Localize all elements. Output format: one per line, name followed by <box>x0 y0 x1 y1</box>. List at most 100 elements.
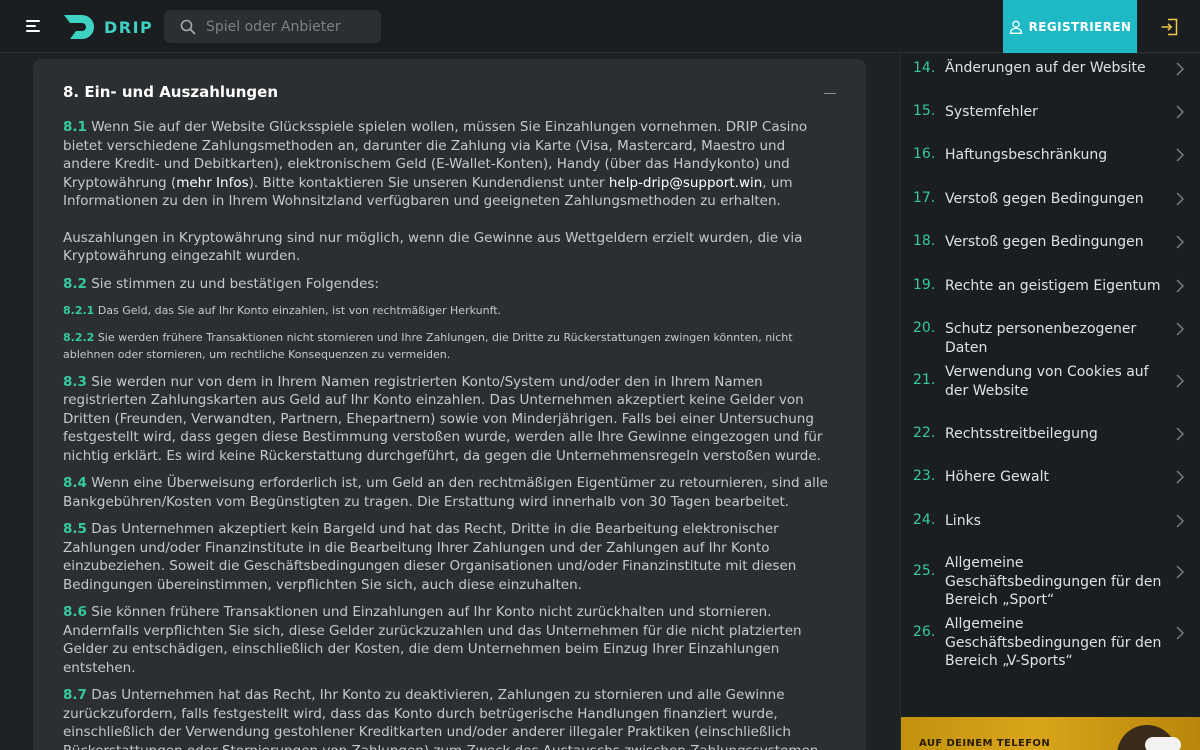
toc-item-label: Haftungsbeschränkung <box>945 147 1108 163</box>
toc-item-number: 23. <box>913 468 936 484</box>
search-input[interactable] <box>206 10 374 43</box>
toc-item-label: Schutz personenbezogener Daten <box>945 321 1137 356</box>
chevron-right-icon <box>1176 565 1184 579</box>
toc-item-label: Allgemeine Geschäftsbedingungen für den … <box>945 555 1162 608</box>
paragraph-text: Wenn eine Überweisung erforderlich ist, … <box>63 475 828 510</box>
toc-item-number: 22. <box>913 425 936 441</box>
paragraph-number: 8.5 <box>63 521 87 537</box>
chevron-right-icon <box>1176 105 1184 119</box>
paragraph-number: 8.2.1 <box>63 304 95 317</box>
toc-item-number: 24. <box>913 512 936 528</box>
toc-item-number: 19. <box>913 277 936 293</box>
paragraph-8-3: 8.3 Sie werden nur von dem in Ihrem Name… <box>63 373 836 466</box>
search-box[interactable] <box>164 10 381 43</box>
section-title: 8. Ein- und Auszahlungen <box>63 83 279 101</box>
top-bar: DRIP REGISTRIEREN <box>0 0 1200 53</box>
toc-item-number: 17. <box>913 190 936 206</box>
more-info-link[interactable]: mehr Infos <box>176 175 248 191</box>
paragraph-text: Das Geld, das Sie auf Ihr Konto einzahle… <box>94 304 502 317</box>
main-content: 8. Ein- und Auszahlungen 8.1 Wenn Sie au… <box>0 54 900 750</box>
paragraph-text: Sie können frühere Transaktionen und Ein… <box>63 604 802 676</box>
collapse-icon[interactable] <box>824 93 836 94</box>
paragraph-number: 8.2 <box>63 275 87 292</box>
promo-phone-image <box>1145 737 1181 750</box>
promo-text: AUF DEINEM TELEFON <box>919 738 1051 749</box>
chevron-right-icon <box>1176 235 1184 249</box>
toc-item[interactable]: 20. Schutz personenbezogener Daten <box>901 315 1200 356</box>
paragraph-number: 8.2.2 <box>63 330 95 344</box>
toc-item-number: 16. <box>913 146 936 162</box>
toc-item[interactable]: 25. Allgemeine Geschäftsbedingungen für … <box>901 550 1200 608</box>
paragraph-8-4: 8.4 Wenn eine Überweisung erforderlich i… <box>63 474 836 511</box>
toc-item[interactable]: 15. Systemfehler <box>901 98 1200 126</box>
toc-item-number: 21. <box>913 372 936 388</box>
paragraph-number: 8.1 <box>63 119 87 135</box>
logo-mark-icon <box>64 15 94 39</box>
toc-sidebar: 14. Änderungen auf der Website 15. Syste… <box>900 54 1200 750</box>
user-icon <box>1009 20 1022 34</box>
chevron-right-icon <box>1176 626 1184 640</box>
paragraph-8-1: 8.1 Wenn Sie auf der Website Glücksspiel… <box>63 118 836 211</box>
chevron-right-icon <box>1176 427 1184 441</box>
logo[interactable]: DRIP <box>62 12 153 42</box>
login-icon <box>1161 18 1177 35</box>
menu-icon[interactable] <box>26 17 44 35</box>
paragraph-number: 8.7 <box>63 687 87 703</box>
logo-text: DRIP <box>104 17 154 37</box>
paragraph-text: Das Unternehmen akzeptiert kein Bargeld … <box>63 521 797 593</box>
toc-item-label: Verstoß gegen Bedingungen <box>945 191 1144 207</box>
toc-item[interactable]: 26. Allgemeine Geschäftsbedingungen für … <box>901 611 1200 669</box>
toc-item-label: Systemfehler <box>945 104 1038 120</box>
section-card: 8. Ein- und Auszahlungen 8.1 Wenn Sie au… <box>33 59 866 750</box>
chevron-right-icon <box>1176 374 1184 388</box>
chevron-right-icon <box>1176 62 1184 76</box>
toc-item[interactable]: 22. Rechtsstreitbeilegung <box>901 420 1200 448</box>
chevron-right-icon <box>1176 470 1184 484</box>
toc-item[interactable]: 19. Rechte an geistigem Eigentum <box>901 272 1200 300</box>
toc-item-number: 18. <box>913 233 936 249</box>
toc-item-label: Änderungen auf der Website <box>945 60 1146 76</box>
toc-item-label: Allgemeine Geschäftsbedingungen für den … <box>945 616 1162 669</box>
toc-item-label: Rechtsstreitbeilegung <box>945 426 1098 442</box>
toc-item-number: 15. <box>913 103 936 119</box>
register-button[interactable]: REGISTRIEREN <box>1003 0 1137 53</box>
chevron-right-icon <box>1176 148 1184 162</box>
paragraph-number: 8.3 <box>63 373 87 390</box>
paragraph-text: Sie stimmen zu und bestätigen Folgendes: <box>86 275 379 292</box>
paragraph-text: ). Bitte kontaktieren Sie unseren Kunden… <box>248 174 609 191</box>
paragraph-crypto-withdrawals: Auszahlungen in Kryptowährung sind nur m… <box>63 229 803 265</box>
toc-item-label: Links <box>945 513 981 529</box>
paragraph-8-2: 8.2 Sie stimmen zu und bestätigen Folgen… <box>63 275 836 294</box>
toc-item[interactable]: 17. Verstoß gegen Bedingungen <box>901 185 1200 213</box>
toc-item-label: Verwendung von Cookies auf der Website <box>945 364 1149 399</box>
toc-item-label: Höhere Gewalt <box>945 469 1049 485</box>
chevron-right-icon <box>1176 192 1184 206</box>
paragraph-8-2-2: 8.2.2 Sie werden frühere Transaktionen n… <box>63 329 836 364</box>
paragraph-text: Sie werden nur von dem in Ihrem Namen re… <box>63 373 823 464</box>
toc-item[interactable]: 24. Links <box>901 507 1200 535</box>
paragraph-text: Sie werden frühere Transaktionen nicht s… <box>63 330 793 362</box>
support-email-link[interactable]: help-drip@support.win <box>609 175 762 191</box>
login-button[interactable] <box>1137 0 1200 53</box>
paragraph-number: 8.4 <box>63 475 87 491</box>
chevron-right-icon <box>1176 279 1184 293</box>
paragraph-8-2-1: 8.2.1 Das Geld, das Sie auf Ihr Konto ei… <box>63 302 836 320</box>
toc-item[interactable]: 16. Haftungsbeschränkung <box>901 141 1200 169</box>
toc-item-number: 20. <box>913 320 936 336</box>
toc-item[interactable]: 18. Verstoß gegen Bedingungen <box>901 228 1200 256</box>
toc-item-number: 25. <box>913 563 936 579</box>
section-body: 8.1 Wenn Sie auf der Website Glücksspiel… <box>63 118 836 750</box>
promo-banner[interactable]: AUF DEINEM TELEFON <box>901 717 1200 750</box>
chevron-right-icon <box>1176 514 1184 528</box>
paragraph-8-7: 8.7 Das Unternehmen hat das Recht, Ihr K… <box>63 686 836 750</box>
register-label: REGISTRIEREN <box>1028 19 1132 34</box>
chevron-right-icon <box>1176 322 1184 336</box>
toc-item-label: Rechte an geistigem Eigentum <box>945 278 1161 294</box>
toc-item[interactable]: 14. Änderungen auf der Website <box>901 54 1200 84</box>
paragraph-8-6: 8.6 Sie können frühere Transaktionen und… <box>63 603 836 677</box>
toc-item[interactable]: 23. Höhere Gewalt <box>901 463 1200 491</box>
toc-item[interactable]: 21. Verwendung von Cookies auf der Websi… <box>901 359 1200 403</box>
paragraph-number: 8.6 <box>63 604 87 620</box>
search-icon <box>180 19 196 35</box>
